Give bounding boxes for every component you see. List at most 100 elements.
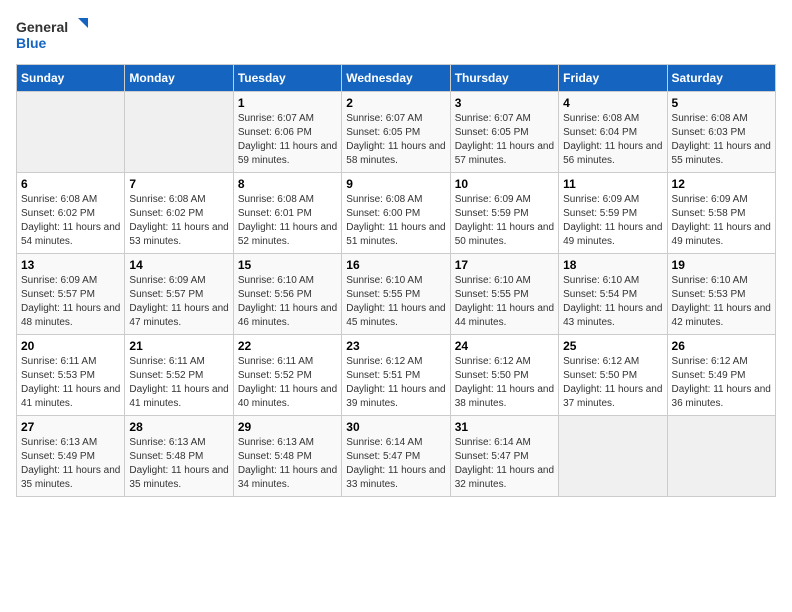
day-number: 3 <box>455 96 554 110</box>
calendar-cell: 29 Sunrise: 6:13 AM Sunset: 5:48 PM Dayli… <box>233 416 341 497</box>
calendar-cell: 25 Sunrise: 6:12 AM Sunset: 5:50 PM Dayli… <box>559 335 667 416</box>
calendar-cell: 21Sunrise: 6:11 AM Sunset: 5:52 PM Dayli… <box>125 335 233 416</box>
weekday-header-row: SundayMondayTuesdayWednesdayThursdayFrid… <box>17 65 776 92</box>
day-number: 9 <box>346 177 445 191</box>
svg-text:Blue: Blue <box>16 35 47 51</box>
calendar-week-row: 1 Sunrise: 6:07 AM Sunset: 6:06 PM Daylig… <box>17 92 776 173</box>
weekday-header-thursday: Thursday <box>450 65 558 92</box>
day-info: Sunrise: 6:12 AM Sunset: 5:49 PM Dayligh… <box>672 355 771 411</box>
weekday-header-friday: Friday <box>559 65 667 92</box>
day-number: 11 <box>563 177 662 191</box>
calendar-table: SundayMondayTuesdayWednesdayThursdayFrid… <box>16 64 776 497</box>
weekday-header-saturday: Saturday <box>667 65 775 92</box>
day-number: 23 <box>346 339 445 353</box>
day-number: 4 <box>563 96 662 110</box>
day-info: Sunrise: 6:08 AM Sunset: 6:04 PM Dayligh… <box>563 112 662 168</box>
day-info: Sunrise: 6:09 AM Sunset: 5:58 PM Dayligh… <box>672 193 771 249</box>
day-number: 5 <box>672 96 771 110</box>
calendar-cell: 26 Sunrise: 6:12 AM Sunset: 5:49 PM Dayli… <box>667 335 775 416</box>
day-number: 29 <box>238 420 337 434</box>
calendar-cell: 13Sunrise: 6:09 AM Sunset: 5:57 PM Dayli… <box>17 254 125 335</box>
calendar-cell <box>17 92 125 173</box>
day-info: Sunrise: 6:10 AM Sunset: 5:56 PM Dayligh… <box>238 274 337 330</box>
page-header: GeneralBlue <box>16 16 776 56</box>
day-info: Sunrise: 6:07 AM Sunset: 6:05 PM Dayligh… <box>346 112 445 168</box>
day-info: Sunrise: 6:10 AM Sunset: 5:55 PM Dayligh… <box>455 274 554 330</box>
calendar-cell <box>125 92 233 173</box>
day-number: 20 <box>21 339 120 353</box>
logo-svg: GeneralBlue <box>16 16 96 56</box>
day-info: Sunrise: 6:09 AM Sunset: 5:59 PM Dayligh… <box>455 193 554 249</box>
day-info: Sunrise: 6:10 AM Sunset: 5:54 PM Dayligh… <box>563 274 662 330</box>
calendar-cell: 8 Sunrise: 6:08 AM Sunset: 6:01 PM Daylig… <box>233 173 341 254</box>
calendar-cell: 6Sunrise: 6:08 AM Sunset: 6:02 PM Daylig… <box>17 173 125 254</box>
day-info: Sunrise: 6:14 AM Sunset: 5:47 PM Dayligh… <box>455 436 554 492</box>
day-info: Sunrise: 6:13 AM Sunset: 5:49 PM Dayligh… <box>21 436 120 492</box>
day-info: Sunrise: 6:12 AM Sunset: 5:51 PM Dayligh… <box>346 355 445 411</box>
day-number: 8 <box>238 177 337 191</box>
day-info: Sunrise: 6:09 AM Sunset: 5:59 PM Dayligh… <box>563 193 662 249</box>
day-number: 31 <box>455 420 554 434</box>
calendar-cell: 2 Sunrise: 6:07 AM Sunset: 6:05 PM Daylig… <box>342 92 450 173</box>
calendar-cell: 10Sunrise: 6:09 AM Sunset: 5:59 PM Dayli… <box>450 173 558 254</box>
calendar-cell: 11 Sunrise: 6:09 AM Sunset: 5:59 PM Dayli… <box>559 173 667 254</box>
day-number: 13 <box>21 258 120 272</box>
calendar-cell: 31 Sunrise: 6:14 AM Sunset: 5:47 PM Dayli… <box>450 416 558 497</box>
calendar-cell: 19Sunrise: 6:10 AM Sunset: 5:53 PM Dayli… <box>667 254 775 335</box>
day-info: Sunrise: 6:12 AM Sunset: 5:50 PM Dayligh… <box>455 355 554 411</box>
day-number: 24 <box>455 339 554 353</box>
day-number: 30 <box>346 420 445 434</box>
day-info: Sunrise: 6:12 AM Sunset: 5:50 PM Dayligh… <box>563 355 662 411</box>
day-number: 26 <box>672 339 771 353</box>
day-number: 17 <box>455 258 554 272</box>
day-info: Sunrise: 6:10 AM Sunset: 5:55 PM Dayligh… <box>346 274 445 330</box>
day-info: Sunrise: 6:10 AM Sunset: 5:53 PM Dayligh… <box>672 274 771 330</box>
calendar-cell: 30 Sunrise: 6:14 AM Sunset: 5:47 PM Dayli… <box>342 416 450 497</box>
calendar-cell: 14 Sunrise: 6:09 AM Sunset: 5:57 PM Dayli… <box>125 254 233 335</box>
calendar-week-row: 6Sunrise: 6:08 AM Sunset: 6:02 PM Daylig… <box>17 173 776 254</box>
day-info: Sunrise: 6:11 AM Sunset: 5:53 PM Dayligh… <box>21 355 120 411</box>
day-info: Sunrise: 6:08 AM Sunset: 6:00 PM Dayligh… <box>346 193 445 249</box>
calendar-cell: 7Sunrise: 6:08 AM Sunset: 6:02 PM Daylig… <box>125 173 233 254</box>
calendar-cell: 5 Sunrise: 6:08 AM Sunset: 6:03 PM Daylig… <box>667 92 775 173</box>
weekday-header-monday: Monday <box>125 65 233 92</box>
day-number: 2 <box>346 96 445 110</box>
calendar-cell: 1 Sunrise: 6:07 AM Sunset: 6:06 PM Daylig… <box>233 92 341 173</box>
calendar-week-row: 20 Sunrise: 6:11 AM Sunset: 5:53 PM Dayli… <box>17 335 776 416</box>
day-number: 1 <box>238 96 337 110</box>
day-info: Sunrise: 6:09 AM Sunset: 5:57 PM Dayligh… <box>129 274 228 330</box>
day-info: Sunrise: 6:07 AM Sunset: 6:06 PM Dayligh… <box>238 112 337 168</box>
day-number: 25 <box>563 339 662 353</box>
day-info: Sunrise: 6:11 AM Sunset: 5:52 PM Dayligh… <box>238 355 337 411</box>
calendar-cell: 9 Sunrise: 6:08 AM Sunset: 6:00 PM Daylig… <box>342 173 450 254</box>
calendar-cell: 3Sunrise: 6:07 AM Sunset: 6:05 PM Daylig… <box>450 92 558 173</box>
calendar-cell: 4 Sunrise: 6:08 AM Sunset: 6:04 PM Daylig… <box>559 92 667 173</box>
svg-text:General: General <box>16 19 68 35</box>
calendar-cell: 23 Sunrise: 6:12 AM Sunset: 5:51 PM Dayli… <box>342 335 450 416</box>
logo: GeneralBlue <box>16 16 96 56</box>
calendar-cell: 28Sunrise: 6:13 AM Sunset: 5:48 PM Dayli… <box>125 416 233 497</box>
calendar-cell: 24 Sunrise: 6:12 AM Sunset: 5:50 PM Dayli… <box>450 335 558 416</box>
day-number: 18 <box>563 258 662 272</box>
weekday-header-tuesday: Tuesday <box>233 65 341 92</box>
day-number: 22 <box>238 339 337 353</box>
day-number: 15 <box>238 258 337 272</box>
day-number: 21 <box>129 339 228 353</box>
day-number: 27 <box>21 420 120 434</box>
weekday-header-sunday: Sunday <box>17 65 125 92</box>
day-number: 7 <box>129 177 228 191</box>
day-info: Sunrise: 6:14 AM Sunset: 5:47 PM Dayligh… <box>346 436 445 492</box>
calendar-week-row: 13 Sunrise: 6:09 AM Sunset: 5:57 PM Dayli… <box>17 254 776 335</box>
calendar-week-row: 27 Sunrise: 6:13 AM Sunset: 5:49 PM Dayli… <box>17 416 776 497</box>
calendar-cell: 16Sunrise: 6:10 AM Sunset: 5:55 PM Dayli… <box>342 254 450 335</box>
day-info: Sunrise: 6:08 AM Sunset: 6:01 PM Dayligh… <box>238 193 337 249</box>
day-number: 14 <box>129 258 228 272</box>
calendar-cell: 22 Sunrise: 6:11 AM Sunset: 5:52 PM Dayli… <box>233 335 341 416</box>
day-info: Sunrise: 6:13 AM Sunset: 5:48 PM Dayligh… <box>238 436 337 492</box>
day-info: Sunrise: 6:08 AM Sunset: 6:02 PM Dayligh… <box>21 193 120 249</box>
calendar-cell <box>667 416 775 497</box>
day-info: Sunrise: 6:08 AM Sunset: 6:03 PM Dayligh… <box>672 112 771 168</box>
calendar-cell: 20 Sunrise: 6:11 AM Sunset: 5:53 PM Dayli… <box>17 335 125 416</box>
calendar-cell: 15 Sunrise: 6:10 AM Sunset: 5:56 PM Dayli… <box>233 254 341 335</box>
calendar-cell: 17 Sunrise: 6:10 AM Sunset: 5:55 PM Dayli… <box>450 254 558 335</box>
